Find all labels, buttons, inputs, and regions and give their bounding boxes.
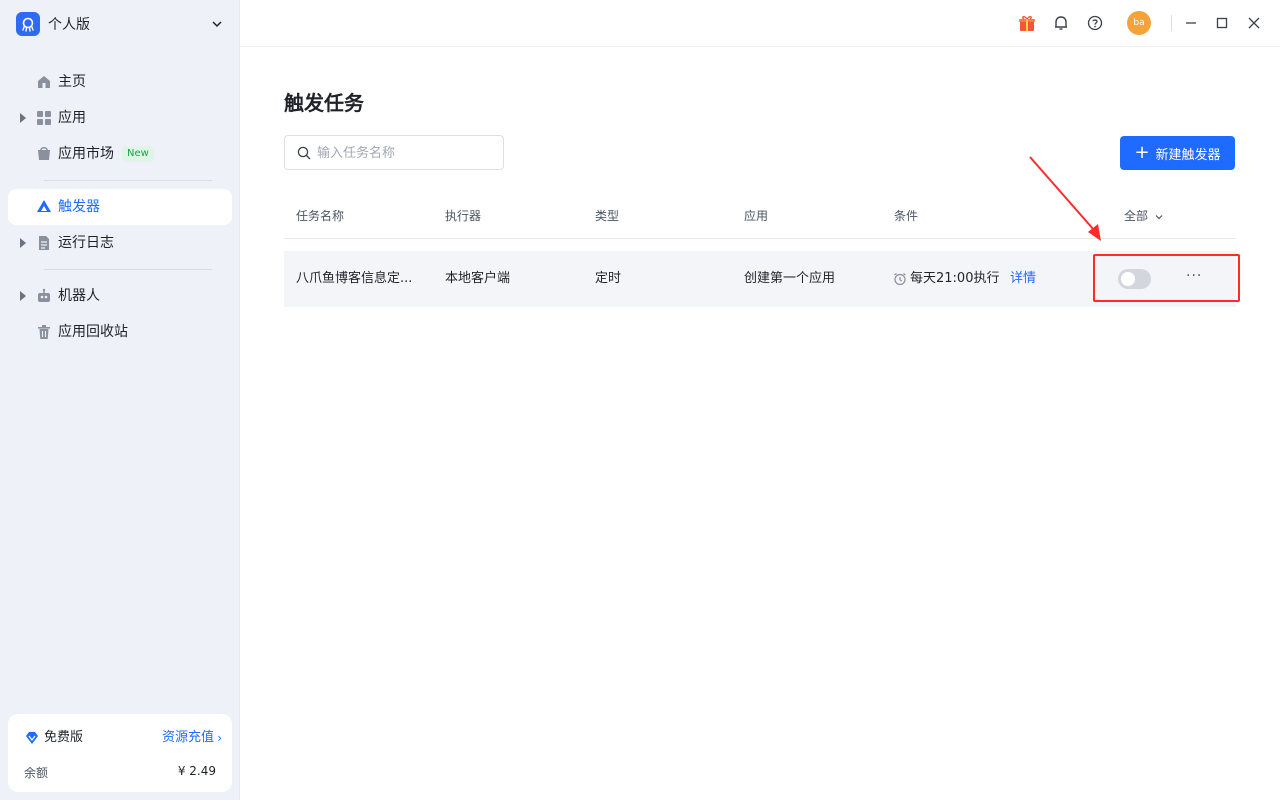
robot-icon (38, 288, 50, 302)
column-header-app: 应用 (744, 209, 769, 223)
task-name-cell: 八爪鱼博客信息定... (296, 271, 413, 286)
table-header: 任务名称 执行器 类型 应用 条件 全部 (284, 195, 1236, 239)
maximize-icon[interactable] (1211, 12, 1233, 34)
sidebar-item-label: 应用 (58, 110, 86, 126)
status-filter-dropdown[interactable]: 全部 (1124, 208, 1164, 224)
help-icon[interactable] (1084, 12, 1106, 34)
workspace-name: 个人版 (48, 17, 90, 33)
plan-name: 免费版 (44, 730, 84, 745)
search-icon (297, 146, 311, 160)
new-badge: New (122, 146, 154, 162)
sidebar-item-label: 触发器 (58, 199, 100, 215)
home-icon (38, 76, 50, 88)
avatar[interactable]: ba (1127, 11, 1151, 35)
sidebar-item-label: 运行日志 (58, 235, 114, 251)
sidebar-item-app-market[interactable]: 应用市场 New (8, 136, 232, 172)
sidebar-item-apps[interactable]: 应用 (8, 100, 232, 136)
plus-icon: + (1134, 142, 1150, 163)
column-header-condition: 条件 (894, 209, 919, 223)
app-logo-icon (16, 12, 40, 36)
chevron-down-icon (212, 21, 222, 28)
sidebar-item-run-logs[interactable]: 运行日志 (8, 225, 232, 261)
sidebar: 个人版 主页 应用 应用市场 New 触发器 运行日志 机器人 应用回收站 免费 (0, 0, 240, 800)
apps-grid-icon (37, 111, 51, 125)
annotation-highlight-box (1093, 254, 1240, 302)
new-trigger-label: 新建触发器 (1155, 147, 1221, 163)
diamond-icon (26, 732, 38, 744)
column-header-task-name: 任务名称 (296, 209, 345, 223)
new-trigger-button[interactable]: + 新建触发器 (1120, 136, 1235, 170)
trash-icon (38, 325, 50, 339)
sidebar-item-label: 主页 (58, 74, 86, 90)
sidebar-item-recycle-bin[interactable]: 应用回收站 (8, 314, 232, 350)
trigger-icon (37, 200, 51, 212)
expand-arrow-icon[interactable] (20, 238, 26, 248)
balance-value: ¥ 2.49 (177, 764, 216, 778)
topbar-separator (1171, 15, 1172, 31)
chevron-right-icon[interactable]: › (217, 730, 222, 746)
sidebar-item-triggers[interactable]: 触发器 (8, 189, 232, 225)
column-header-executor: 执行器 (445, 209, 482, 223)
sidebar-item-label: 应用市场 (58, 146, 114, 162)
plan-card: 免费版 资源充值 › 余额 ¥ 2.49 (8, 714, 232, 792)
expand-arrow-icon[interactable] (20, 113, 26, 123)
top-bar: ba (240, 0, 1280, 47)
sidebar-item-home[interactable]: 主页 (8, 64, 232, 100)
sidebar-divider (44, 269, 212, 270)
detail-link[interactable]: 详情 (1010, 270, 1036, 288)
page-title: 触发任务 (284, 91, 364, 115)
minimize-icon[interactable] (1180, 12, 1202, 34)
sidebar-item-robots[interactable]: 机器人 (8, 278, 232, 314)
market-icon (38, 147, 50, 160)
status-filter-label: 全部 (1124, 209, 1149, 223)
document-icon (39, 236, 49, 250)
search-box[interactable] (284, 135, 504, 170)
sidebar-divider (44, 180, 212, 181)
workspace-switcher[interactable]: 个人版 (16, 11, 224, 37)
gift-icon[interactable] (1016, 12, 1038, 34)
recharge-link[interactable]: 资源充值 (162, 730, 214, 746)
sidebar-item-label: 机器人 (58, 288, 100, 304)
expand-arrow-icon[interactable] (20, 291, 26, 301)
alarm-clock-icon (894, 273, 906, 286)
balance-label: 余额 (24, 766, 49, 780)
sidebar-item-label: 应用回收站 (58, 324, 128, 340)
executor-cell: 本地客户端 (445, 271, 511, 286)
condition-cell: 每天21:00执行 (910, 271, 1000, 286)
search-input[interactable] (317, 142, 493, 164)
bell-icon[interactable] (1050, 12, 1072, 34)
column-header-type: 类型 (595, 209, 620, 223)
chevron-down-icon (1155, 214, 1163, 219)
close-icon[interactable] (1243, 12, 1265, 34)
type-cell: 定时 (595, 271, 622, 286)
app-cell: 创建第一个应用 (744, 271, 836, 286)
